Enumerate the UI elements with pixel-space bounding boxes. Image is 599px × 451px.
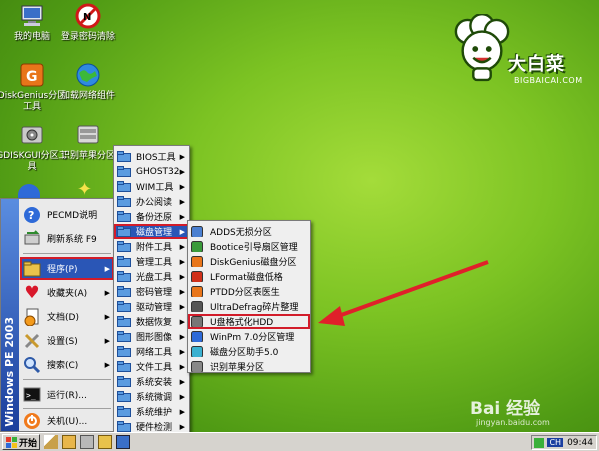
quicklaunch-disk-icon[interactable]	[80, 435, 94, 449]
red-arrow-annotation	[318, 260, 489, 326]
quicklaunch-folder-icon[interactable]	[98, 435, 112, 449]
language-indicator[interactable]: CH	[547, 438, 564, 447]
clock: 09:44	[567, 437, 593, 448]
system-tray: CH 09:44	[531, 435, 597, 450]
taskbar: 开始 CH 09:44	[0, 432, 599, 451]
baidu-watermark: Bai 经验	[470, 399, 541, 419]
windows-flag-icon	[6, 436, 17, 448]
baidu-watermark-url: jingyan.baidu.com	[476, 418, 550, 427]
start-button[interactable]: 开始	[2, 434, 40, 450]
quicklaunch-pen-icon[interactable]	[44, 435, 58, 449]
network-tray-icon[interactable]	[534, 437, 545, 448]
quicklaunch-monitor-icon[interactable]	[116, 435, 130, 449]
quicklaunch-tool-icon[interactable]	[62, 435, 76, 449]
